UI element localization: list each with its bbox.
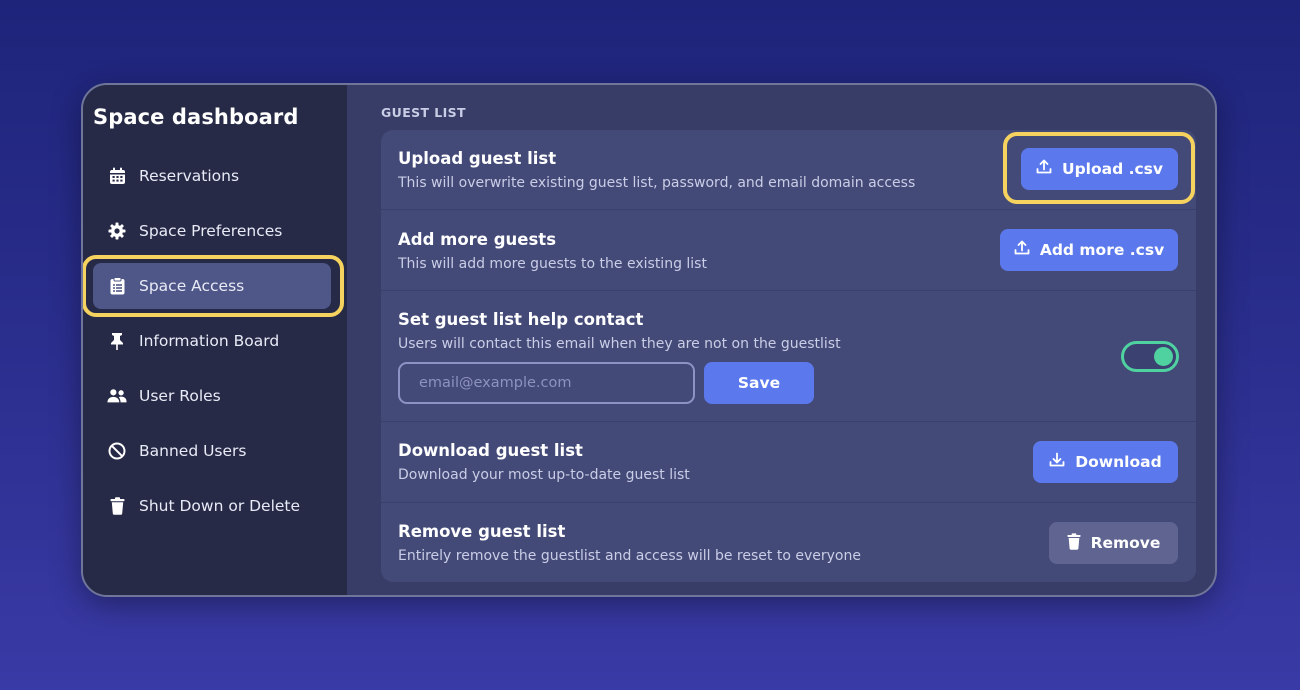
sidebar-item-label: Shut Down or Delete bbox=[139, 497, 301, 515]
pin-icon bbox=[107, 331, 127, 351]
upload-csv-label: Upload .csv bbox=[1062, 160, 1163, 178]
clipboard-list-icon bbox=[107, 276, 127, 296]
upload-desc: This will overwrite existing guest list,… bbox=[398, 175, 916, 191]
trash-icon bbox=[1067, 532, 1081, 554]
save-button[interactable]: Save bbox=[704, 362, 814, 404]
remove-label: Remove bbox=[1090, 534, 1161, 552]
sidebar-item-label: Reservations bbox=[139, 167, 240, 185]
add-more-title: Add more guests bbox=[398, 230, 557, 249]
gear-icon bbox=[107, 221, 127, 241]
sidebar-item-label: User Roles bbox=[139, 387, 221, 405]
remove-button[interactable]: Remove bbox=[1049, 522, 1178, 564]
sidebar-item-reservations[interactable]: Reservations bbox=[93, 153, 331, 199]
sidebar-item-label: Information Board bbox=[139, 332, 280, 350]
download-button[interactable]: Download bbox=[1033, 441, 1178, 483]
help-contact-toggle[interactable] bbox=[1121, 341, 1179, 372]
remove-title: Remove guest list bbox=[398, 522, 566, 541]
sidebar-title: Space dashboard bbox=[93, 105, 299, 129]
remove-desc: Entirely remove the guestlist and access… bbox=[398, 548, 861, 564]
sidebar-item-label: Banned Users bbox=[139, 442, 247, 460]
main-content: GUEST LIST Upload guest list This will o… bbox=[347, 85, 1215, 595]
download-icon bbox=[1049, 452, 1065, 472]
sidebar-item-space-preferences[interactable]: Space Preferences bbox=[93, 208, 331, 254]
add-more-guests-row: Add more guests This will add more guest… bbox=[381, 210, 1196, 291]
upload-title: Upload guest list bbox=[398, 149, 557, 168]
add-more-csv-label: Add more .csv bbox=[1039, 241, 1165, 259]
trash-icon bbox=[107, 496, 127, 516]
download-label: Download bbox=[1075, 453, 1162, 471]
help-contact-desc: Users will contact this email when they … bbox=[398, 336, 841, 352]
sidebar-item-information-board[interactable]: Information Board bbox=[93, 318, 331, 364]
upload-icon bbox=[1014, 240, 1030, 260]
download-title: Download guest list bbox=[398, 441, 583, 460]
help-contact-row: Set guest list help contact Users will c… bbox=[381, 291, 1196, 422]
users-icon bbox=[107, 386, 127, 406]
sidebar-item-space-access[interactable]: Space Access bbox=[83, 255, 344, 317]
help-contact-title: Set guest list help contact bbox=[398, 310, 644, 329]
add-more-csv-button[interactable]: Add more .csv bbox=[1000, 229, 1178, 271]
sidebar-item-label: Space Access bbox=[139, 277, 245, 295]
toggle-knob bbox=[1154, 347, 1173, 366]
upload-guest-list-row: Upload guest list This will overwrite ex… bbox=[381, 130, 1196, 210]
upload-icon bbox=[1036, 159, 1052, 179]
sidebar-item-label: Space Preferences bbox=[139, 222, 283, 240]
download-guest-list-row: Download guest list Download your most u… bbox=[381, 422, 1196, 503]
dashboard-window: Space dashboard Reservations Space Prefe… bbox=[81, 83, 1217, 597]
remove-guest-list-row: Remove guest list Entirely remove the gu… bbox=[381, 503, 1196, 582]
help-contact-email-input[interactable] bbox=[398, 362, 695, 404]
sidebar-item-banned-users[interactable]: Banned Users bbox=[93, 428, 331, 474]
sidebar-nav: Reservations Space Preferences Space Acc… bbox=[83, 153, 344, 538]
calendar-icon bbox=[107, 166, 127, 186]
section-label: GUEST LIST bbox=[381, 105, 466, 120]
ban-icon bbox=[107, 441, 127, 461]
sidebar: Space dashboard Reservations Space Prefe… bbox=[83, 85, 347, 595]
add-more-desc: This will add more guests to the existin… bbox=[398, 256, 707, 272]
download-desc: Download your most up-to-date guest list bbox=[398, 467, 690, 483]
sidebar-item-shut-down-or-delete[interactable]: Shut Down or Delete bbox=[93, 483, 331, 529]
upload-csv-button[interactable]: Upload .csv bbox=[1021, 148, 1178, 190]
sidebar-item-user-roles[interactable]: User Roles bbox=[93, 373, 331, 419]
guest-list-panel: Upload guest list This will overwrite ex… bbox=[381, 130, 1196, 582]
